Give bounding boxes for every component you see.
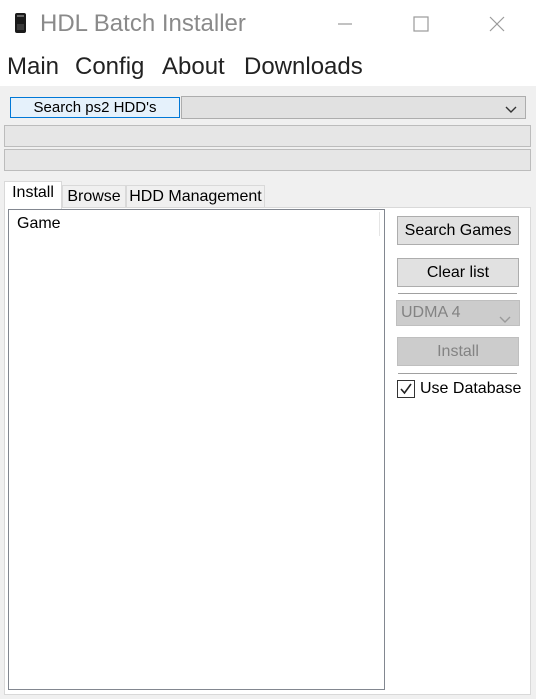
column-divider bbox=[379, 212, 380, 236]
maximize-button[interactable] bbox=[386, 0, 456, 48]
menu-about[interactable]: About bbox=[162, 53, 225, 81]
udma-mode-select[interactable]: UDMA 4 bbox=[396, 300, 520, 326]
tab-browse[interactable]: Browse bbox=[62, 185, 126, 208]
install-button[interactable]: Install bbox=[397, 337, 519, 366]
chevron-down-icon bbox=[499, 309, 511, 333]
tab-hdd-management[interactable]: HDD Management bbox=[126, 185, 265, 208]
menu-downloads[interactable]: Downloads bbox=[244, 53, 363, 81]
window-title: HDL Batch Installer bbox=[40, 10, 246, 37]
search-hdd-button[interactable]: Search ps2 HDD's bbox=[10, 97, 180, 118]
title-bar: HDL Batch Installer bbox=[0, 0, 536, 50]
search-games-button[interactable]: Search Games bbox=[397, 216, 519, 245]
minimize-button[interactable] bbox=[310, 0, 380, 48]
hdd-select[interactable] bbox=[181, 96, 526, 119]
game-list[interactable]: Game bbox=[8, 209, 385, 690]
clear-list-button[interactable]: Clear list bbox=[397, 258, 519, 287]
app-icon bbox=[12, 12, 30, 34]
menu-bar: Main Config About Downloads bbox=[0, 50, 536, 86]
udma-mode-value: UDMA 4 bbox=[401, 304, 461, 321]
use-database-label[interactable]: Use Database bbox=[420, 380, 521, 398]
progress-bar-primary bbox=[4, 125, 531, 147]
separator bbox=[398, 293, 517, 294]
game-column-header[interactable]: Game bbox=[17, 215, 61, 233]
progress-bar-secondary bbox=[4, 149, 531, 171]
menu-main[interactable]: Main bbox=[7, 53, 59, 81]
use-database-checkbox[interactable] bbox=[397, 380, 415, 398]
menu-config[interactable]: Config bbox=[75, 53, 144, 81]
tab-install[interactable]: Install bbox=[4, 181, 62, 209]
separator bbox=[398, 373, 517, 374]
chevron-down-icon bbox=[505, 102, 517, 120]
close-button[interactable] bbox=[462, 0, 532, 48]
